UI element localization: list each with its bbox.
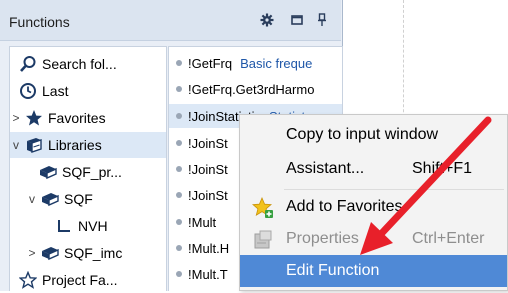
- tree-item-nvh[interactable]: NVH: [54, 213, 108, 239]
- chevron-right-icon[interactable]: >: [26, 246, 38, 260]
- add-favorite-star-icon: [251, 196, 274, 219]
- library-tree: Search fol... Last > Favorites v Librari…: [9, 46, 167, 291]
- star-outline-icon: [18, 270, 38, 290]
- bullet-icon: [176, 140, 182, 146]
- function-name: !GetFrq: [188, 55, 233, 71]
- menu-item-shortcut: Ctrl+Enter: [412, 230, 485, 247]
- bullet-icon: [176, 113, 182, 119]
- search-icon: [18, 54, 38, 74]
- function-name: !JoinSt: [188, 161, 228, 177]
- function-name: !Mult.H: [188, 240, 230, 256]
- tree-item-label: Search fol...: [42, 56, 117, 72]
- context-menu: Copy to input window Assistant... Shift+…: [239, 114, 508, 291]
- chevron-down-icon[interactable]: v: [26, 192, 38, 206]
- tree-item-label: Favorites: [48, 110, 106, 126]
- tree-item-label: SQF_pr...: [62, 164, 122, 180]
- menu-separator: [284, 189, 504, 190]
- function-description: Basic freque: [240, 55, 313, 71]
- panel-titlebar: Functions: [0, 0, 341, 41]
- tree-item-libraries[interactable]: v Libraries: [10, 132, 166, 158]
- books-icon: [24, 135, 44, 155]
- tree-item-label: Project Fa...: [42, 272, 118, 288]
- maximize-icon[interactable]: [287, 10, 307, 30]
- function-name: !JoinSt: [188, 135, 228, 151]
- tree-item-label: SQF_imc: [64, 245, 123, 261]
- bullet-icon: [176, 192, 182, 198]
- chevron-right-icon[interactable]: >: [10, 111, 22, 125]
- menu-item-label: Add to Favorites: [286, 198, 403, 215]
- tree-item-search-folder[interactable]: Search fol...: [18, 51, 117, 77]
- tree-item-sqf-imc[interactable]: > SQF_imc: [26, 240, 122, 266]
- bullet-icon: [176, 60, 182, 66]
- function-name: !Mult: [188, 214, 217, 230]
- menu-item-assistant[interactable]: Assistant... Shift+F1: [240, 153, 507, 185]
- tree-item-label: Libraries: [48, 137, 102, 153]
- branch-icon: [54, 216, 74, 236]
- function-name: !GetFrq.Get3rdHarmo: [188, 81, 315, 97]
- list-item[interactable]: !GetFrq Basic freque: [169, 51, 342, 75]
- bullet-icon: [176, 245, 182, 251]
- tree-item-label: NVH: [78, 218, 108, 234]
- clock-icon: [18, 81, 38, 101]
- tree-item-sqf-pr[interactable]: SQF_pr...: [38, 159, 122, 185]
- pin-icon[interactable]: [312, 10, 332, 30]
- function-name: !Mult.T: [188, 266, 228, 282]
- bullet-icon: [176, 271, 182, 277]
- gear-icon[interactable]: [257, 10, 277, 30]
- list-item[interactable]: !GetFrq.Get3rdHarmo: [169, 77, 342, 101]
- properties-icon: [252, 229, 274, 251]
- tree-item-project-favorites[interactable]: Project Fa...: [18, 267, 117, 293]
- bullet-icon: [176, 86, 182, 92]
- menu-item-label: Assistant...: [286, 160, 365, 177]
- menu-item-shortcut: Shift+F1: [412, 160, 473, 177]
- book-icon: [40, 189, 60, 209]
- menu-item-edit-function[interactable]: Edit Function: [240, 255, 507, 287]
- panel-title: Functions: [9, 14, 70, 30]
- book-icon: [40, 243, 60, 263]
- tree-item-sqf[interactable]: v SQF: [26, 186, 93, 212]
- star-icon: [24, 108, 44, 128]
- function-name: !JoinSt: [188, 187, 228, 203]
- menu-item-properties[interactable]: Properties Ctrl+Enter: [240, 223, 507, 255]
- tree-item-label: SQF: [64, 191, 93, 207]
- bullet-icon: [176, 219, 182, 225]
- bullet-icon: [176, 166, 182, 172]
- book-icon: [38, 162, 58, 182]
- tree-item-label: Last: [42, 83, 69, 99]
- menu-item-label: Copy to input window: [286, 126, 439, 143]
- menu-item-add-to-favorites[interactable]: Add to Favorites: [240, 191, 507, 223]
- tree-item-favorites[interactable]: > Favorites: [10, 105, 106, 131]
- chevron-down-icon[interactable]: v: [10, 138, 22, 152]
- menu-item-label: Edit Function: [286, 262, 380, 279]
- menu-item-copy-to-input-window[interactable]: Copy to input window: [240, 119, 507, 151]
- tree-item-last[interactable]: Last: [18, 78, 68, 104]
- menu-item-label: Properties: [286, 230, 359, 247]
